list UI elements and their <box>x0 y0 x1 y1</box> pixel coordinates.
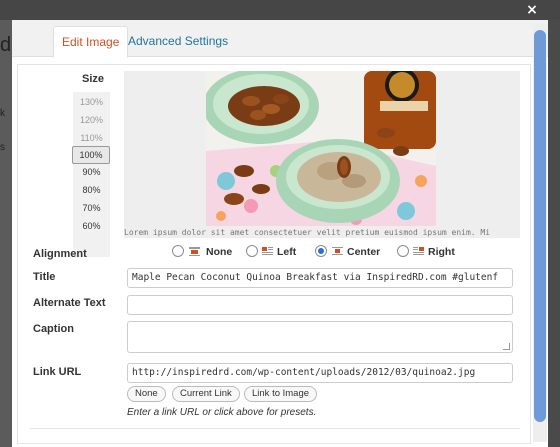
scrollbar[interactable] <box>533 24 547 442</box>
divider <box>30 428 520 429</box>
backdrop-text: d <box>0 34 12 56</box>
size-option-100[interactable]: 100% <box>72 146 110 164</box>
align-center-icon <box>332 247 343 255</box>
size-option-90[interactable]: 90% <box>73 164 110 180</box>
size-option-120[interactable]: 120% <box>73 112 110 128</box>
align-none-label: None <box>206 246 233 258</box>
align-center-radio[interactable] <box>315 245 327 257</box>
size-option-80[interactable]: 80% <box>73 182 110 198</box>
tab-advanced-settings[interactable]: Advanced Settings <box>120 26 236 56</box>
align-right-label: Right <box>428 246 455 258</box>
link-to-image-button[interactable]: Link to Image <box>244 386 318 402</box>
size-option-130[interactable]: 130% <box>73 94 110 110</box>
modal-titlebar: × <box>0 0 560 20</box>
link-url-label: Link URL <box>33 366 82 378</box>
link-none-button[interactable]: None <box>127 386 166 402</box>
size-list: 130% 120% 110% 100% 90% 80% 70% 60% <box>72 92 110 257</box>
backdrop-text: k <box>0 108 5 119</box>
align-right-radio[interactable] <box>397 245 409 257</box>
align-left-icon <box>262 247 273 255</box>
backdrop-text: s <box>0 142 5 153</box>
image-preview: Lorem ipsum dolor sit amet consectetuer … <box>124 71 520 238</box>
caption-label: Caption <box>33 323 74 335</box>
caption-textarea[interactable] <box>127 321 513 353</box>
size-option-70[interactable]: 70% <box>73 200 110 216</box>
align-left-label: Left <box>277 246 297 258</box>
close-button[interactable]: × <box>520 2 544 18</box>
align-right-icon <box>413 247 424 255</box>
caption-preview-text: Lorem ipsum dolor sit amet consectetuer … <box>124 228 491 237</box>
title-label: Title <box>33 271 56 283</box>
quinoa-photo <box>206 71 436 226</box>
backdrop-strip <box>0 20 12 447</box>
size-heading: Size <box>82 73 105 85</box>
align-center-label: Center <box>347 246 381 258</box>
resize-handle-icon[interactable] <box>503 343 510 350</box>
link-url-input[interactable]: http://inspiredrd.com/wp-content/uploads… <box>127 363 513 383</box>
size-option-60[interactable]: 60% <box>73 218 110 234</box>
alignment-label: Alignment <box>33 248 87 260</box>
current-link-button[interactable]: Current Link <box>172 386 240 402</box>
scrollbar-thumb[interactable] <box>534 30 546 422</box>
align-none-radio[interactable] <box>172 245 184 257</box>
size-option-110[interactable]: 110% <box>73 130 110 146</box>
tab-edit-image[interactable]: Edit Image <box>53 26 129 58</box>
link-url-hint: Enter a link URL or click above for pres… <box>127 407 317 418</box>
align-left-radio[interactable] <box>246 245 258 257</box>
title-input[interactable]: Maple Pecan Coconut Quinoa Breakfast via… <box>127 268 513 288</box>
align-none-icon <box>189 247 200 256</box>
edit-image-dialog: Edit Image Advanced Settings Size 130% 1… <box>12 20 548 447</box>
alt-text-label: Alternate Text <box>33 297 106 309</box>
tab-bar: Edit Image Advanced Settings <box>12 20 548 58</box>
alt-text-input[interactable] <box>127 295 513 315</box>
close-icon: × <box>526 2 538 18</box>
